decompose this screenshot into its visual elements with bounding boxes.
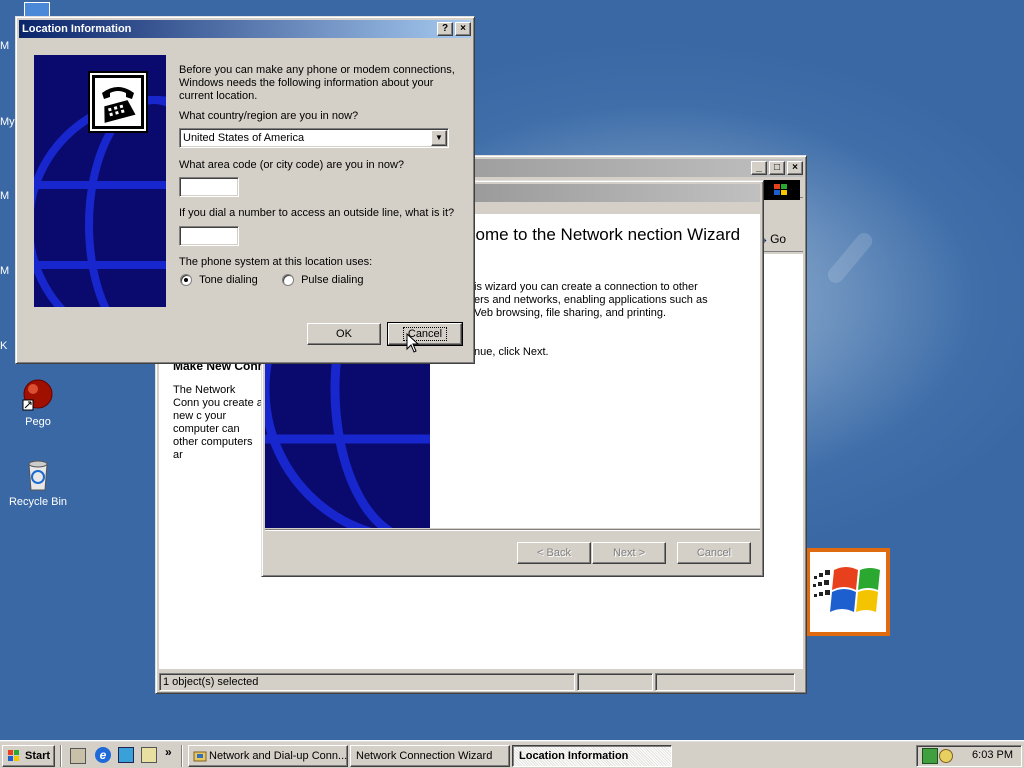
dialog-intro: Before you can make any phone or modem c… xyxy=(179,64,455,102)
windows-logo-tile xyxy=(806,548,890,636)
taskbar: Start e » Network and Dial-up Conn... Ne… xyxy=(0,740,1024,768)
maximize-button[interactable]: □ xyxy=(769,161,785,175)
radio-unselected-icon xyxy=(282,274,294,287)
recycle-bin-icon xyxy=(21,458,55,492)
desktop-icon-label: Pego xyxy=(25,416,51,428)
back-button[interactable]: < Back xyxy=(517,542,591,564)
clock[interactable]: 6:03 PM xyxy=(972,749,1013,761)
telephone-icon xyxy=(88,71,148,133)
desktop-icon-label: Recycle Bin xyxy=(8,496,68,508)
wizard-continue-text: nue, click Next. xyxy=(474,346,549,358)
pego-icon xyxy=(21,378,55,412)
volume-icon[interactable] xyxy=(939,749,953,763)
task-label: Location Information xyxy=(519,750,629,762)
outside-line-input[interactable] xyxy=(179,226,239,246)
dialog-sidebar-graphic xyxy=(34,55,166,307)
windows-throbber-icon xyxy=(762,180,800,200)
desktop-icon-label: K xyxy=(0,340,8,352)
country-select[interactable]: United States of America ▼ xyxy=(179,128,449,148)
internet-explorer-icon[interactable]: e xyxy=(95,747,111,763)
area-code-label: What area code (or city code) are you in… xyxy=(179,159,405,171)
next-button[interactable]: Next > xyxy=(592,542,666,564)
mouse-cursor-icon xyxy=(406,333,420,353)
help-button[interactable]: ? xyxy=(437,22,453,36)
system-tray: 6:03 PM xyxy=(916,745,1022,767)
task-label: Network Connection Wizard xyxy=(356,750,493,762)
desktop-icon-label: My xyxy=(0,116,15,128)
desktop-icon-label: M xyxy=(0,190,10,202)
taskbar-network-connections[interactable]: Network and Dial-up Conn... xyxy=(188,745,348,767)
taskbar-wizard[interactable]: Network Connection Wizard xyxy=(350,745,510,767)
tone-dialing-label: Tone dialing xyxy=(199,274,258,287)
show-desktop-icon[interactable] xyxy=(70,748,86,764)
desktop-icon-label: M xyxy=(0,40,10,52)
status-bar: 1 object(s) selected xyxy=(159,672,803,691)
phone-system-label: The phone system at this location uses: xyxy=(179,256,373,268)
start-button[interactable]: Start xyxy=(2,745,55,767)
close-button[interactable]: × xyxy=(455,22,471,36)
outlook-express-icon[interactable] xyxy=(118,747,134,763)
chevron-down-icon[interactable]: ▼ xyxy=(431,130,447,146)
radio-selected-icon xyxy=(180,274,192,287)
taskbar-location-information[interactable]: Location Information xyxy=(512,745,672,767)
pulse-dialing-label: Pulse dialing xyxy=(301,274,364,287)
go-button[interactable]: ⤷ Go xyxy=(760,228,800,250)
wizard-intro: is wizard you can create a connection to… xyxy=(474,281,708,319)
dialog-titlebar[interactable]: Location Information ? × xyxy=(19,20,471,38)
country-label: What country/region are you in now? xyxy=(179,110,359,122)
desktop-icon-pego[interactable]: Pego xyxy=(0,378,76,428)
country-select-value: United States of America xyxy=(183,132,305,144)
network-status-icon[interactable] xyxy=(922,748,938,764)
minimize-button[interactable]: _ xyxy=(751,161,767,175)
windows-flag-icon xyxy=(813,567,880,612)
chevron-right-icon[interactable]: » xyxy=(165,745,172,759)
desktop-icon-recycle-bin[interactable]: Recycle Bin xyxy=(0,458,76,508)
task-label: Network and Dial-up Conn... xyxy=(209,750,348,762)
area-code-input[interactable] xyxy=(179,177,239,197)
search-icon[interactable] xyxy=(141,747,157,763)
pulse-dialing-radio[interactable]: Pulse dialing xyxy=(282,274,363,290)
close-button[interactable]: × xyxy=(787,161,803,175)
start-label: Start xyxy=(25,750,51,762)
dialog-title: Location Information xyxy=(22,23,132,35)
network-folder-icon xyxy=(193,751,207,762)
status-text: 1 object(s) selected xyxy=(159,673,575,691)
section-description: The Network Conn you create a new c your… xyxy=(173,384,263,461)
desktop-icon-label: M xyxy=(0,265,10,277)
wizard-cancel-button[interactable]: Cancel xyxy=(677,542,751,564)
windows-flag-icon xyxy=(8,750,19,761)
wizard-heading: come to the Network nection Wizard xyxy=(467,225,741,244)
outside-line-label: If you dial a number to access an outsid… xyxy=(179,207,455,219)
tone-dialing-radio[interactable]: Tone dialing xyxy=(180,274,258,290)
wizard-body: come to the Network nection Wizard is wi… xyxy=(430,214,760,528)
ok-button[interactable]: OK xyxy=(307,323,381,345)
cancel-button[interactable]: Cancel xyxy=(387,322,463,346)
location-dialog[interactable]: Location Information ? × Before you can … xyxy=(15,16,475,364)
